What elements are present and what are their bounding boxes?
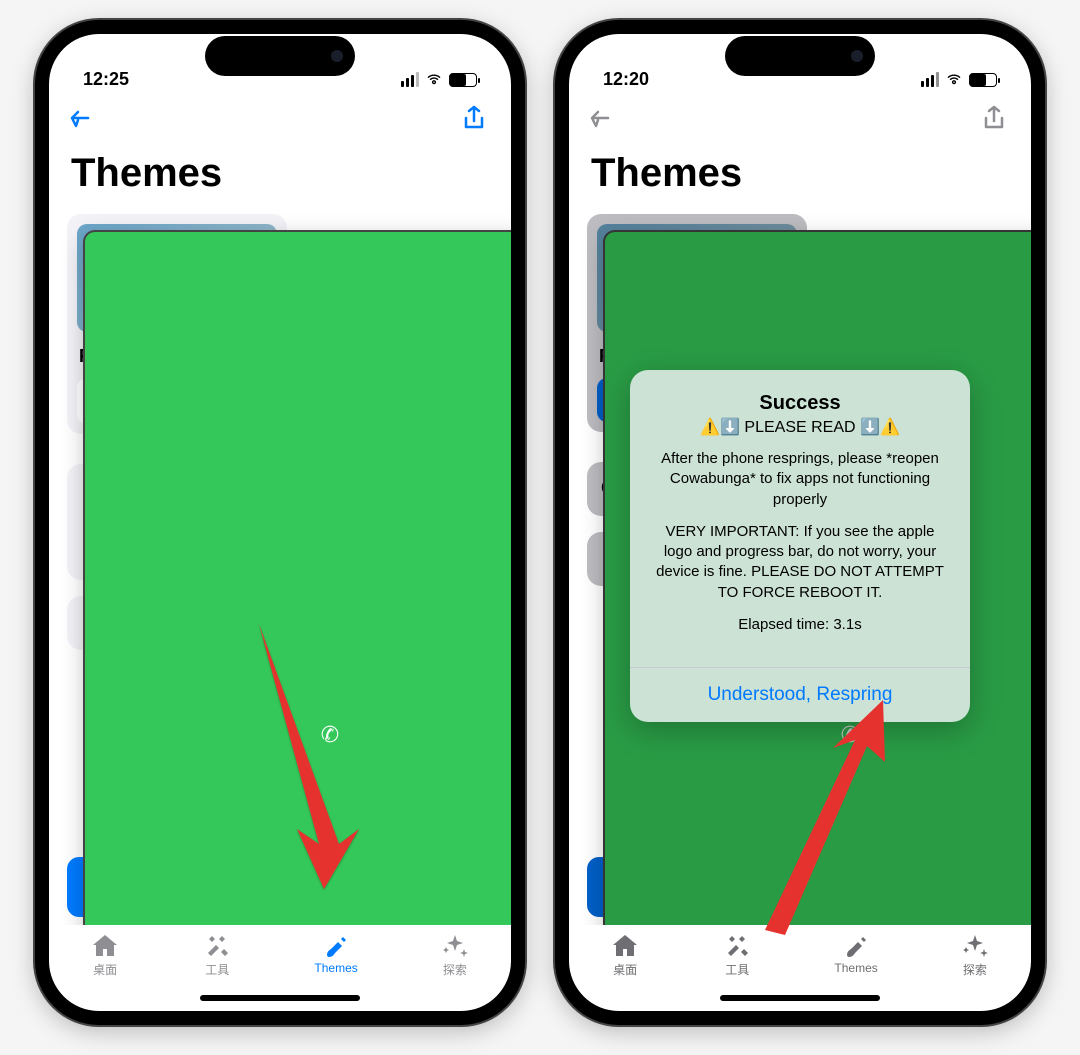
theme-thumbnail: ✆ A ⚙ ÷: [77, 224, 277, 332]
share-icon[interactable]: [979, 104, 1009, 139]
nav-bar: [569, 94, 1031, 139]
cellular-icon: [401, 72, 419, 87]
app-phone-icon: ✆: [85, 232, 511, 925]
wifi-icon: [425, 69, 443, 90]
tab-tools[interactable]: 工具: [202, 933, 232, 978]
alert-elapsed: Elapsed time: 3.1s: [650, 615, 950, 635]
wifi-icon: [945, 69, 963, 90]
home-indicator: [720, 995, 880, 1001]
tab-bar: 桌面 工具 Themes 探索: [49, 925, 511, 1011]
phone-left: 12:25 Themes ✆: [35, 20, 525, 1025]
alert-p1: After the phone resprings, please *reope…: [650, 449, 950, 510]
theme-card[interactable]: ✆ A ⚙ ÷ Fine主题 · 209 Select: [67, 214, 287, 434]
back-icon[interactable]: [67, 104, 97, 139]
tab-bar: 桌面 工具 Themes 探索: [569, 925, 1031, 1011]
share-icon[interactable]: [459, 104, 489, 139]
alert-read: ⚠️⬇️ PLEASE READ ⬇️⚠️: [650, 417, 950, 437]
notch: [725, 36, 875, 76]
clock: 12:25: [83, 69, 129, 90]
page-title: Themes: [587, 139, 1013, 214]
tab-home[interactable]: 桌面: [610, 933, 640, 978]
nav-bar: [49, 94, 511, 139]
alert-title: Success: [650, 392, 950, 415]
back-icon[interactable]: [587, 104, 617, 139]
alert-p2: VERY IMPORTANT: If you see the apple log…: [650, 522, 950, 603]
notch: [205, 36, 355, 76]
tab-themes[interactable]: Themes: [314, 933, 357, 975]
cellular-icon: [921, 72, 939, 87]
tab-explore[interactable]: 探索: [960, 933, 990, 978]
home-indicator: [200, 995, 360, 1001]
alert-respring-button[interactable]: Understood, Respring: [630, 667, 970, 722]
page-title: Themes: [67, 139, 493, 214]
theme-thumbnail: ✆ A ⚙ ÷: [597, 224, 797, 332]
battery-icon: [969, 73, 997, 87]
tab-themes[interactable]: Themes: [834, 933, 877, 975]
tab-explore[interactable]: 探索: [440, 933, 470, 978]
clock: 12:20: [603, 69, 649, 90]
success-alert: Success ⚠️⬇️ PLEASE READ ⬇️⚠️ After the …: [630, 370, 970, 722]
phone-right: 12:20 Themes ✆: [555, 20, 1045, 1025]
battery-icon: [449, 73, 477, 87]
tab-tools[interactable]: 工具: [722, 933, 752, 978]
tab-home[interactable]: 桌面: [90, 933, 120, 978]
